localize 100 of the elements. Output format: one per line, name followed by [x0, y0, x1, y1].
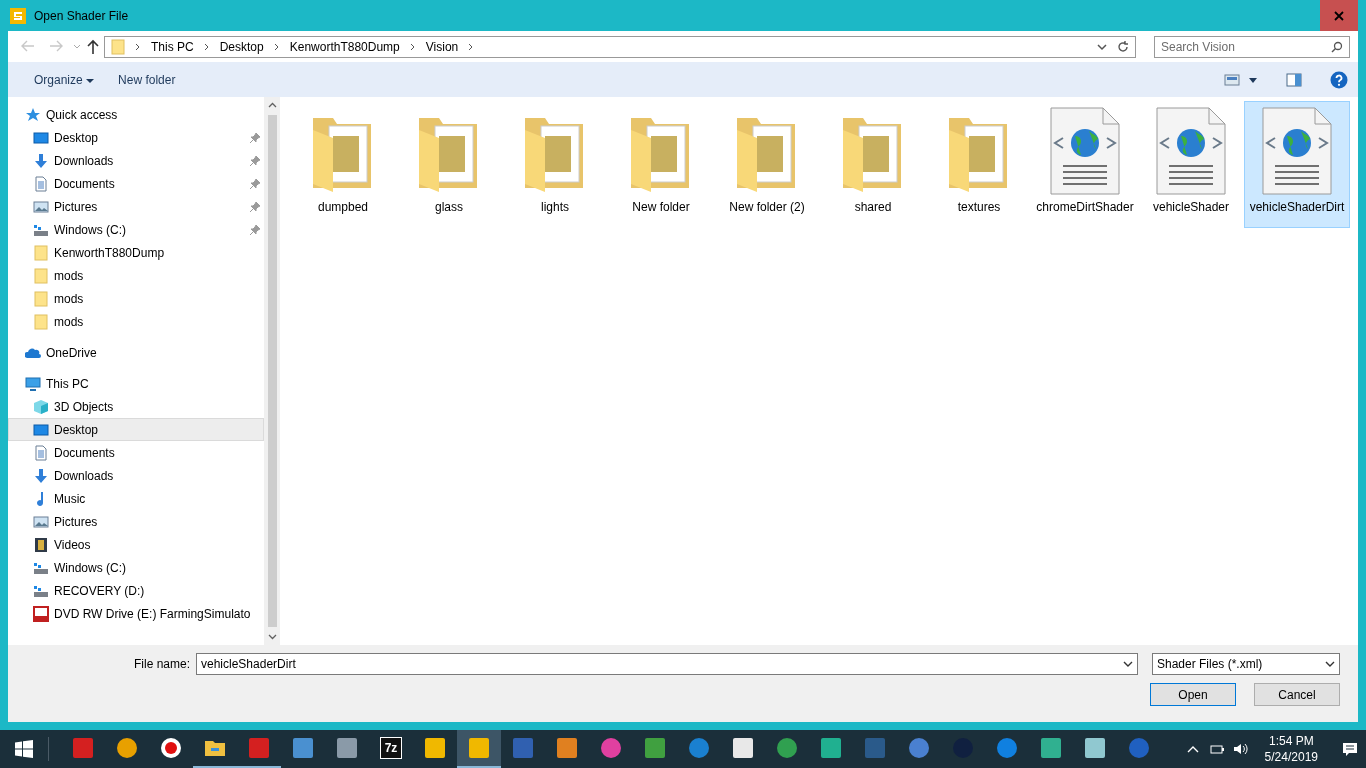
app-tile-icon	[291, 736, 315, 760]
left-arrow-icon	[21, 40, 35, 52]
app-tile-icon	[467, 736, 491, 760]
dialog-button[interactable]: Open	[1150, 683, 1236, 706]
app-circle-icon	[599, 736, 623, 760]
breadcrumb-item[interactable]: This PC	[151, 39, 194, 54]
nav-item[interactable]: mods	[8, 287, 264, 310]
nav-group-item[interactable]: Quick access	[8, 103, 264, 126]
window-title: Open Shader File	[34, 8, 130, 23]
up-arrow-icon[interactable]	[86, 38, 100, 55]
app-circle-icon	[907, 736, 931, 760]
file-item[interactable]: dumpbed	[290, 101, 396, 228]
app-tile-icon	[819, 736, 843, 760]
download-arrow-icon	[33, 152, 49, 169]
app-tile-icon	[863, 736, 887, 760]
nav-item[interactable]: Downloads	[8, 149, 264, 172]
nav-item[interactable]: Pictures	[8, 510, 264, 533]
search-box[interactable]: Search Vision	[1154, 35, 1350, 58]
breadcrumb-item[interactable]: Desktop	[219, 39, 264, 54]
nav-item[interactable]: Desktop	[8, 126, 264, 149]
picture-icon	[33, 198, 49, 215]
file-type-dropdown[interactable]: Shader Files (*.xml)	[1152, 653, 1340, 675]
app-circle-icon	[115, 736, 139, 760]
cube-icon	[33, 398, 49, 415]
dropdown-caret-icon[interactable]	[1123, 659, 1133, 669]
file-item[interactable]: textures	[926, 101, 1032, 228]
computer-icon	[25, 375, 41, 392]
app-logo: 7z	[380, 737, 402, 759]
nav-item[interactable]: Desktop	[8, 418, 264, 441]
document-icon	[33, 444, 49, 461]
file-name-label: File name:	[133, 657, 190, 671]
file-item[interactable]: vehicleShader	[1138, 101, 1244, 228]
nav-item[interactable]: Windows (C:)	[8, 556, 264, 579]
folder-icon	[33, 290, 49, 307]
close-button[interactable]	[1320, 0, 1358, 31]
nav-item[interactable]: 3D Objects	[8, 395, 264, 418]
record-icon	[159, 736, 183, 760]
help-icon[interactable]	[1330, 70, 1348, 89]
speaker-icon[interactable]	[1232, 741, 1249, 757]
new-folder-button[interactable]: New folder	[110, 68, 184, 91]
folder-icon	[33, 313, 49, 330]
windows-logo-icon	[15, 740, 33, 758]
app-circle-icon	[775, 736, 799, 760]
app-circle-icon	[687, 736, 711, 760]
clock[interactable]: 1:54 PM 5/24/2019	[1256, 733, 1326, 765]
nav-item[interactable]: mods	[8, 264, 264, 287]
dialog-button[interactable]: Cancel	[1254, 683, 1340, 706]
folder-icon	[111, 38, 125, 55]
picture-icon	[33, 513, 49, 530]
app-circle-icon	[1127, 736, 1151, 760]
app-tile-icon	[423, 736, 447, 760]
preview-pane-icon[interactable]	[1286, 72, 1302, 87]
app-tile-icon	[643, 736, 667, 760]
nav-item[interactable]: Windows (C:)	[8, 218, 264, 241]
disc-drive-icon	[33, 605, 49, 622]
nav-item[interactable]: Documents	[8, 172, 264, 195]
breadcrumb-item[interactable]: Vision	[425, 39, 459, 54]
nav-item[interactable]: KenworthT880Dump	[8, 241, 264, 264]
search-icon[interactable]	[1331, 40, 1343, 53]
nav-item[interactable]: mods	[8, 310, 264, 333]
file-item[interactable]: glass	[396, 101, 502, 228]
file-item[interactable]: lights	[502, 101, 608, 228]
dropdown-caret-icon[interactable]	[1097, 41, 1107, 52]
nav-item[interactable]: Pictures	[8, 195, 264, 218]
view-icon[interactable]	[1224, 72, 1240, 87]
download-arrow-icon	[33, 467, 49, 484]
file-item[interactable]: New folder	[608, 101, 714, 228]
app-icon	[10, 7, 26, 24]
app-circle-icon	[995, 736, 1019, 760]
desktop-icon	[33, 421, 49, 438]
nav-group-item[interactable]: OneDrive	[8, 341, 264, 364]
file-item[interactable]: vehicleShaderDirt	[1244, 101, 1350, 228]
refresh-icon[interactable]	[1117, 40, 1129, 53]
notification-icon[interactable]	[1342, 741, 1358, 757]
close-icon	[1334, 10, 1344, 21]
app-tile-icon	[71, 736, 95, 760]
file-item[interactable]: shared	[820, 101, 926, 228]
nav-item[interactable]: Documents	[8, 441, 264, 464]
file-item[interactable]: chromeDirtShader	[1032, 101, 1138, 228]
dropdown-caret-icon[interactable]	[1248, 75, 1258, 84]
nav-item[interactable]: Downloads	[8, 464, 264, 487]
nav-item[interactable]: Videos	[8, 533, 264, 556]
star-icon	[25, 106, 41, 123]
address-bar[interactable]: This PC Desktop KenworthT880Dump Vision	[104, 35, 1136, 58]
app-tile-icon	[1083, 736, 1107, 760]
app-tile-icon	[335, 736, 359, 760]
nav-item[interactable]: Music	[8, 487, 264, 510]
nav-item[interactable]: DVD RW Drive (E:) FarmingSimulato	[8, 602, 264, 625]
breadcrumb-item[interactable]: KenworthT880Dump	[289, 39, 400, 54]
desktop-icon	[33, 129, 49, 146]
scrollbar[interactable]	[264, 97, 280, 645]
organize-menu[interactable]: Organize	[26, 68, 103, 91]
app-tile-icon	[1039, 736, 1063, 760]
file-item[interactable]: New folder (2)	[714, 101, 820, 228]
app-tile-icon	[731, 736, 755, 760]
nav-group-item[interactable]: This PC	[8, 372, 264, 395]
taskbar-app-button[interactable]: 7z	[369, 730, 413, 768]
dropdown-caret-icon[interactable]	[1325, 659, 1335, 669]
folder-icon	[33, 244, 49, 261]
nav-item[interactable]: RECOVERY (D:)	[8, 579, 264, 602]
